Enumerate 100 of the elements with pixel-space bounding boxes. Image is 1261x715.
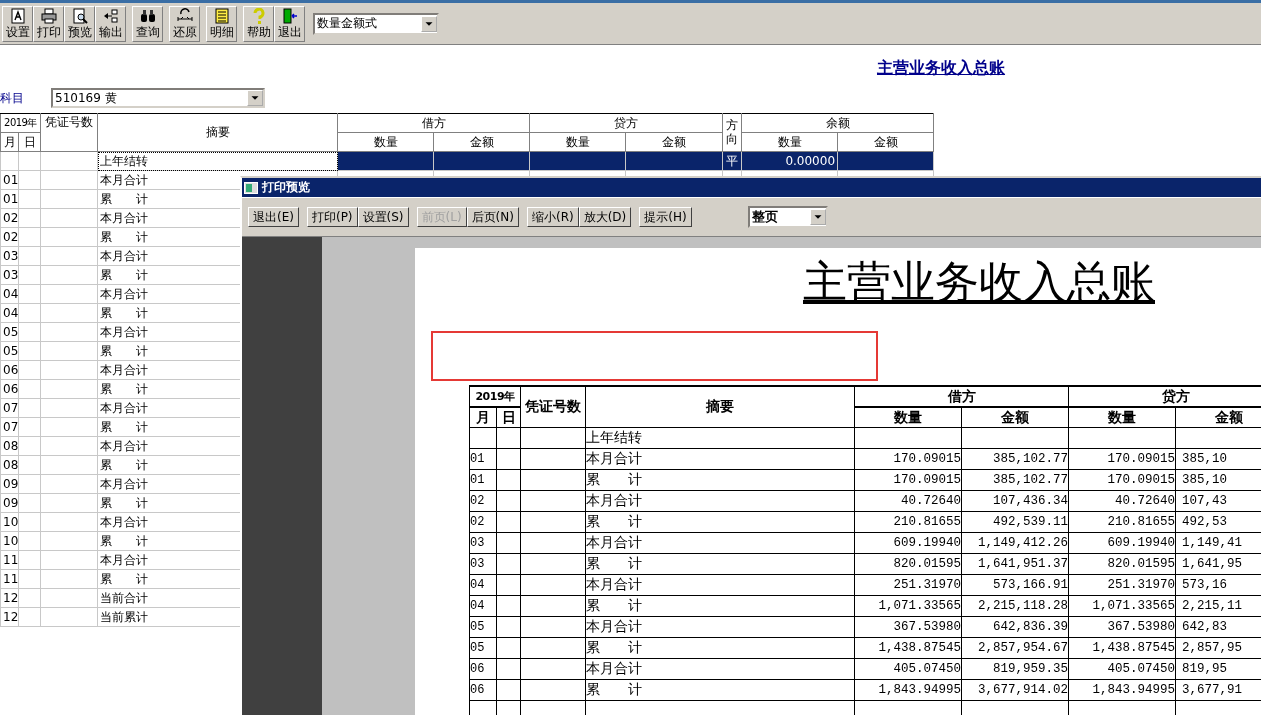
table-cell: 上年结转 xyxy=(586,429,642,445)
restore-icon xyxy=(176,7,193,24)
table-cell: 573,166.91 xyxy=(993,578,1068,592)
column-header: 借方 xyxy=(337,113,530,133)
toolbar-button[interactable]: 设置(S) xyxy=(357,207,409,227)
window-icon xyxy=(244,181,258,194)
table-cell: 367.53980 xyxy=(893,620,961,634)
table-cell: 1,843.94995 xyxy=(1092,683,1175,697)
view-dropdown[interactable]: 数量金额式 xyxy=(313,12,439,35)
table-cell: 251.31970 xyxy=(1107,578,1175,592)
toolbar-button[interactable]: 还原 xyxy=(169,5,200,42)
toolbar-button[interactable]: 预览 xyxy=(64,5,95,42)
table-cell: 385,10 xyxy=(1182,452,1227,466)
table-cell: 170.09015 xyxy=(1107,452,1175,466)
column-header: 摘要 xyxy=(585,386,855,428)
table-cell: 2,857,954.67 xyxy=(978,641,1068,655)
column-header: 月 xyxy=(0,132,19,152)
table-cell: 05 xyxy=(470,620,485,634)
table-cell: 170.09015 xyxy=(893,452,961,466)
column-header: 数量 xyxy=(854,407,962,428)
table-cell: 40.72640 xyxy=(901,494,961,508)
table-cell: 820.01595 xyxy=(1107,557,1175,571)
table-cell: 本月合计 xyxy=(586,618,642,634)
table-cell: 40.72640 xyxy=(1115,494,1175,508)
table-cell: 385,10 xyxy=(1182,473,1227,487)
table-cell: 385,102.77 xyxy=(993,452,1068,466)
toolbar-button[interactable]: 提示(H) xyxy=(639,207,692,227)
table-cell: 1,071.33565 xyxy=(1092,599,1175,613)
ledger-row[interactable]: 上年结转 平 0.00000 xyxy=(0,151,934,171)
toolbar-button[interactable]: 缩小(R) xyxy=(526,207,579,227)
toolbar-button[interactable]: 打印(P) xyxy=(306,207,358,227)
page-title: 主营业务收入总账 xyxy=(803,256,1155,307)
table-cell: 210.81655 xyxy=(893,515,961,529)
printer-icon xyxy=(40,7,57,24)
table-cell: 492,539.11 xyxy=(993,515,1068,529)
dropdown-arrow-icon xyxy=(247,90,263,106)
table-cell: 1,843.94995 xyxy=(878,683,961,697)
table-cell: 385,102.77 xyxy=(993,473,1068,487)
toolbar-button[interactable]: 后页(N) xyxy=(466,207,519,227)
table-cell: 2,857,95 xyxy=(1182,641,1242,655)
column-header: 日 xyxy=(496,407,521,428)
table-cell: 2,215,118.28 xyxy=(978,599,1068,613)
zoom-dropdown[interactable]: 整页 xyxy=(747,206,828,228)
column-header: 借方 xyxy=(854,386,1069,407)
column-header: 金额 xyxy=(1175,407,1261,428)
table-cell: 1,438.87545 xyxy=(878,641,961,655)
dropdown-arrow-icon xyxy=(809,209,826,225)
column-header: 金额 xyxy=(961,407,1069,428)
toolbar-button[interactable]: 查询 xyxy=(132,5,163,42)
table-cell: 609.19940 xyxy=(893,536,961,550)
table-cell: 累 计 xyxy=(586,639,642,655)
table-cell: 04 xyxy=(470,599,485,613)
toolbar-button[interactable]: 放大(D) xyxy=(578,207,632,227)
table-cell: 3,677,914.02 xyxy=(978,683,1068,697)
account-label: 科目 xyxy=(0,89,24,107)
table-cell: 1,149,412.26 xyxy=(978,536,1068,550)
export-icon xyxy=(102,7,119,24)
table-cell: 01 xyxy=(470,473,485,487)
column-header: 2019年 xyxy=(469,386,521,407)
table-cell: 573,16 xyxy=(1182,578,1227,592)
account-dropdown[interactable]: 510169 黄 xyxy=(51,88,265,108)
table-cell: 492,53 xyxy=(1182,515,1227,529)
table-cell: 1,438.87545 xyxy=(1092,641,1175,655)
table-cell: 累 计 xyxy=(586,555,642,571)
table-cell: 107,43 xyxy=(1182,494,1227,508)
exit-icon xyxy=(281,7,298,24)
column-header: 数量 xyxy=(741,132,838,152)
column-header: 凭证号数 xyxy=(520,386,586,428)
toolbar-button[interactable]: 输出 xyxy=(95,5,126,42)
table-cell: 819,959.35 xyxy=(993,662,1068,676)
table-cell: 05 xyxy=(470,641,485,655)
table-cell: 1,149,41 xyxy=(1182,536,1242,550)
table-cell: 06 xyxy=(470,683,485,697)
list-icon xyxy=(213,7,230,24)
table-cell: 本月合计 xyxy=(586,576,642,592)
table-cell: 819,95 xyxy=(1182,662,1227,676)
table-cell: 820.01595 xyxy=(893,557,961,571)
column-header: 贷方 xyxy=(529,113,723,133)
toolbar-button[interactable]: 明细 xyxy=(206,5,237,42)
table-cell: 1,641,951.37 xyxy=(978,557,1068,571)
toolbar-button[interactable]: 设置 xyxy=(2,5,33,42)
column-header: 贷方 xyxy=(1068,386,1261,407)
toolbar-button[interactable]: 打印 xyxy=(33,5,64,42)
table-cell: 03 xyxy=(470,536,485,550)
table-cell: 02 xyxy=(470,494,485,508)
table-cell: 170.09015 xyxy=(893,473,961,487)
table-cell: 04 xyxy=(470,578,485,592)
toolbar-button[interactable]: 帮助 xyxy=(243,5,274,42)
table-cell: 本月合计 xyxy=(586,450,642,466)
table-cell: 本月合计 xyxy=(586,534,642,550)
toolbar-button[interactable]: 退出(E) xyxy=(248,207,299,227)
toolbar-button[interactable]: 退出 xyxy=(274,5,305,42)
table-cell: 170.09015 xyxy=(1107,473,1175,487)
table-cell: 251.31970 xyxy=(893,578,961,592)
table-cell: 1,071.33565 xyxy=(878,599,961,613)
preview-icon xyxy=(71,7,88,24)
column-header: 金额 xyxy=(837,132,934,152)
table-cell: 累 计 xyxy=(586,597,642,613)
table-cell: 本月合计 xyxy=(586,660,642,676)
report-title-link[interactable]: 主营业务收入总账 xyxy=(877,57,1005,79)
